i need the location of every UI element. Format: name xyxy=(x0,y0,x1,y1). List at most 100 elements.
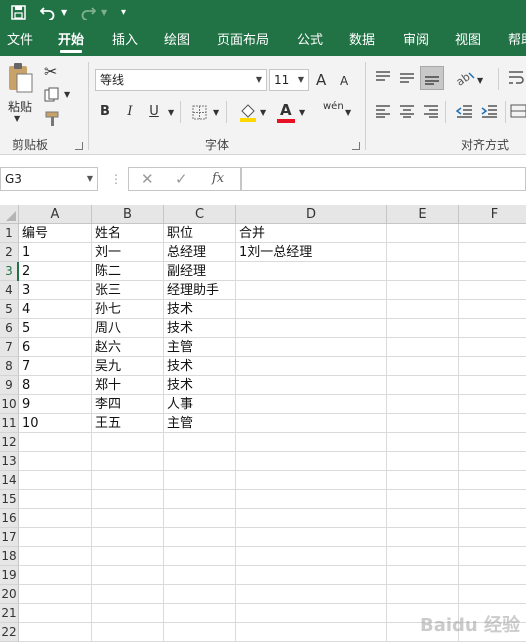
cell-d3[interactable] xyxy=(236,262,387,281)
cell-f3[interactable] xyxy=(459,262,526,281)
cell-b20[interactable] xyxy=(92,585,164,604)
cell-b3[interactable]: 陈二 xyxy=(92,262,164,281)
tab-help[interactable]: 帮助 xyxy=(508,25,526,56)
row-header[interactable]: 20 xyxy=(0,585,19,604)
cell-b17[interactable] xyxy=(92,528,164,547)
row-header[interactable]: 12 xyxy=(0,433,19,452)
cell-d5[interactable] xyxy=(236,300,387,319)
tab-page-layout[interactable]: 页面布局 xyxy=(217,25,269,56)
cell-d10[interactable] xyxy=(236,395,387,414)
cell-a11[interactable]: 10 xyxy=(19,414,92,433)
cell-f4[interactable] xyxy=(459,281,526,300)
cell-d7[interactable] xyxy=(236,338,387,357)
cell-d6[interactable] xyxy=(236,319,387,338)
cell-c4[interactable]: 经理助手 xyxy=(164,281,236,300)
cell-a15[interactable] xyxy=(19,490,92,509)
cell-a12[interactable] xyxy=(19,433,92,452)
cell-b18[interactable] xyxy=(92,547,164,566)
tab-data[interactable]: 数据 xyxy=(349,25,375,56)
row-header[interactable]: 22 xyxy=(0,623,19,642)
cell-a18[interactable] xyxy=(19,547,92,566)
cell-e4[interactable] xyxy=(387,281,459,300)
cell-c22[interactable] xyxy=(164,623,236,642)
fill-color-icon[interactable] xyxy=(238,101,258,126)
increase-indent-icon[interactable] xyxy=(480,104,498,121)
orientation-dropdown-icon[interactable]: ▼ xyxy=(477,76,483,85)
undo-icon[interactable] xyxy=(39,0,56,25)
cell-f10[interactable] xyxy=(459,395,526,414)
cell-f8[interactable] xyxy=(459,357,526,376)
column-header-e[interactable]: E xyxy=(387,205,459,224)
tab-view[interactable]: 视图 xyxy=(455,25,481,56)
cell-e11[interactable] xyxy=(387,414,459,433)
cell-b19[interactable] xyxy=(92,566,164,585)
cell-d21[interactable] xyxy=(236,604,387,623)
cell-e16[interactable] xyxy=(387,509,459,528)
cell-d1[interactable]: 合并 xyxy=(236,224,387,243)
cell-b7[interactable]: 赵六 xyxy=(92,338,164,357)
cell-e2[interactable] xyxy=(387,243,459,262)
fill-color-dropdown-icon[interactable]: ▼ xyxy=(260,108,266,117)
cell-a14[interactable] xyxy=(19,471,92,490)
cell-e12[interactable] xyxy=(387,433,459,452)
cell-b16[interactable] xyxy=(92,509,164,528)
cell-b10[interactable]: 李四 xyxy=(92,395,164,414)
column-header-f[interactable]: F xyxy=(459,205,526,224)
tab-home[interactable]: 开始 xyxy=(58,25,84,56)
cell-b12[interactable] xyxy=(92,433,164,452)
cell-c16[interactable] xyxy=(164,509,236,528)
tab-formulas[interactable]: 公式 xyxy=(297,25,323,56)
cell-b1[interactable]: 姓名 xyxy=(92,224,164,243)
row-header[interactable]: 5 xyxy=(0,300,19,319)
cell-a19[interactable] xyxy=(19,566,92,585)
cell-d12[interactable] xyxy=(236,433,387,452)
cell-e6[interactable] xyxy=(387,319,459,338)
cell-b11[interactable]: 王五 xyxy=(92,414,164,433)
format-painter-icon[interactable] xyxy=(44,111,62,130)
underline-button[interactable]: U xyxy=(145,102,163,122)
cell-d2[interactable]: 1刘一总经理 xyxy=(236,243,387,262)
tab-draw[interactable]: 绘图 xyxy=(164,25,190,56)
cell-b22[interactable] xyxy=(92,623,164,642)
font-launcher-icon[interactable] xyxy=(352,142,360,150)
cell-e3[interactable] xyxy=(387,262,459,281)
cell-c5[interactable]: 技术 xyxy=(164,300,236,319)
cell-e7[interactable] xyxy=(387,338,459,357)
row-header[interactable]: 13 xyxy=(0,452,19,471)
cell-a8[interactable]: 7 xyxy=(19,357,92,376)
cell-c17[interactable] xyxy=(164,528,236,547)
cell-c14[interactable] xyxy=(164,471,236,490)
row-header[interactable]: 6 xyxy=(0,319,19,338)
column-header-c[interactable]: C xyxy=(164,205,236,224)
row-header[interactable]: 11 xyxy=(0,414,19,433)
cell-f7[interactable] xyxy=(459,338,526,357)
cell-a4[interactable]: 3 xyxy=(19,281,92,300)
cell-f11[interactable] xyxy=(459,414,526,433)
cell-b4[interactable]: 张三 xyxy=(92,281,164,300)
cell-d13[interactable] xyxy=(236,452,387,471)
cell-d11[interactable] xyxy=(236,414,387,433)
cell-b9[interactable]: 郑十 xyxy=(92,376,164,395)
cell-b6[interactable]: 周八 xyxy=(92,319,164,338)
cell-b15[interactable] xyxy=(92,490,164,509)
cell-f9[interactable] xyxy=(459,376,526,395)
cell-f14[interactable] xyxy=(459,471,526,490)
row-header[interactable]: 21 xyxy=(0,604,19,623)
formula-input[interactable] xyxy=(241,167,526,191)
cell-b8[interactable]: 吴九 xyxy=(92,357,164,376)
name-box[interactable]: G3 ▼ xyxy=(0,167,98,191)
cut-icon[interactable]: ✂ xyxy=(44,62,57,81)
column-header-a[interactable]: A xyxy=(19,205,92,224)
underline-dropdown-icon[interactable]: ▼ xyxy=(168,108,174,117)
row-header[interactable]: 19 xyxy=(0,566,19,585)
cell-c21[interactable] xyxy=(164,604,236,623)
cell-d16[interactable] xyxy=(236,509,387,528)
align-right-icon[interactable] xyxy=(423,104,439,121)
cell-f15[interactable] xyxy=(459,490,526,509)
cell-e5[interactable] xyxy=(387,300,459,319)
cell-b13[interactable] xyxy=(92,452,164,471)
cell-d22[interactable] xyxy=(236,623,387,642)
cell-e18[interactable] xyxy=(387,547,459,566)
cell-b5[interactable]: 孙七 xyxy=(92,300,164,319)
cell-d14[interactable] xyxy=(236,471,387,490)
